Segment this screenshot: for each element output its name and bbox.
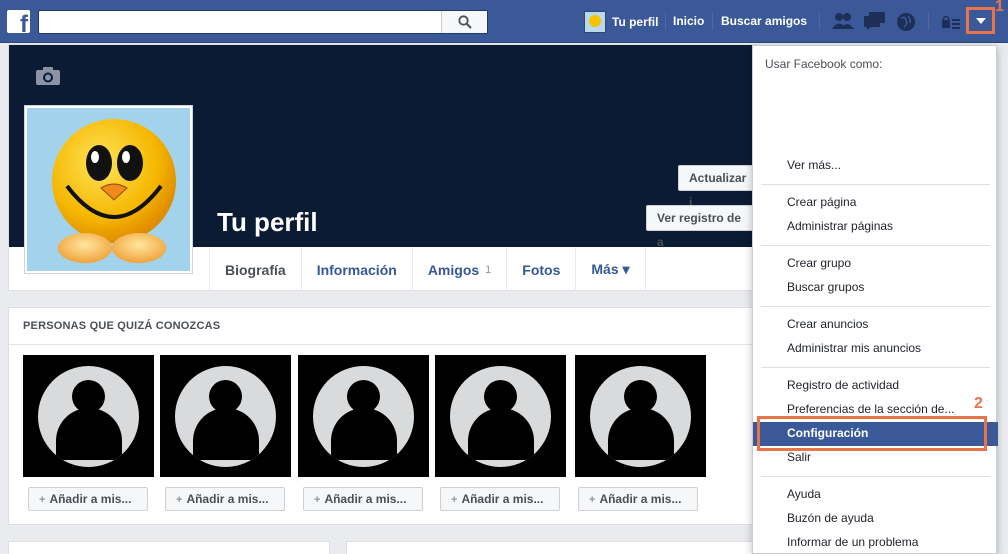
person-card: + Añadir a mis... <box>575 355 706 511</box>
add-friend-button[interactable]: + Añadir a mis... <box>165 487 285 511</box>
menu-item-administrar-anuncios[interactable]: Administrar mis anuncios <box>787 341 921 355</box>
camera-icon[interactable] <box>36 67 60 85</box>
account-dropdown-menu: Usar Facebook como: Ver más... Crear pág… <box>752 45 998 554</box>
add-friend-icon: + <box>39 494 46 506</box>
tab-mas[interactable]: Más ▾ <box>575 248 646 291</box>
menu-divider <box>761 184 990 185</box>
pymk-title: PERSONAS QUE QUIZÁ CONOZCAS <box>23 320 221 332</box>
menu-item-administrar-paginas[interactable]: Administrar páginas <box>787 219 893 233</box>
divider <box>9 344 759 345</box>
profile-card: Tu perfil Actualizar i Ver registro de a <box>8 44 759 291</box>
tab-fotos[interactable]: Fotos <box>506 248 575 291</box>
person-card: + Añadir a mis... <box>160 355 291 511</box>
menu-item-registro-actividad[interactable]: Registro de actividad <box>787 378 899 392</box>
nav-divider <box>712 12 713 30</box>
person-photo[interactable] <box>298 355 429 477</box>
bottom-panel-right <box>346 541 758 554</box>
use-facebook-as-label: Usar Facebook como: <box>765 57 883 71</box>
menu-item-ver-mas[interactable]: Ver más... <box>787 158 841 172</box>
add-friend-icon: + <box>451 494 458 506</box>
profile-tabs: Biografía Información Amigos 1 Fotos Más … <box>209 248 646 291</box>
menu-item-crear-anuncios[interactable]: Crear anuncios <box>787 317 868 331</box>
tab-biografia[interactable]: Biografía <box>209 248 301 291</box>
menu-item-salir[interactable]: Salir <box>787 450 811 464</box>
nav-avatar <box>584 11 606 33</box>
notifications-icon[interactable] <box>896 12 916 32</box>
nav-divider <box>819 12 820 30</box>
person-photo[interactable] <box>575 355 706 477</box>
menu-item-ayuda[interactable]: Ayuda <box>787 487 821 501</box>
menu-item-buzon-ayuda[interactable]: Buzón de ayuda <box>787 511 874 525</box>
person-photo[interactable] <box>435 355 566 477</box>
menu-item-informar-problema[interactable]: Informar de un problema <box>787 535 918 549</box>
add-friend-button[interactable]: + Añadir a mis... <box>440 487 560 511</box>
update-info-button[interactable]: Actualizar i <box>678 165 759 209</box>
person-photo[interactable] <box>23 355 154 477</box>
profile-name: Tu perfil <box>217 207 318 237</box>
add-friend-button[interactable]: + Añadir a mis... <box>28 487 148 511</box>
search-input[interactable] <box>38 10 488 34</box>
top-bar: f Tu perfil Inicio Buscar amigos <box>0 0 1008 43</box>
add-friend-icon: + <box>589 494 596 506</box>
facebook-logo-icon[interactable]: f <box>7 10 30 33</box>
search-icon <box>458 15 472 29</box>
add-friend-button[interactable]: + Añadir a mis... <box>303 487 423 511</box>
add-friend-icon: + <box>314 494 321 506</box>
nav-find-friends-link[interactable]: Buscar amigos <box>721 14 807 28</box>
profile-picture[interactable] <box>24 105 193 274</box>
person-card: + Añadir a mis... <box>23 355 154 511</box>
menu-divider <box>761 367 990 368</box>
nav-profile-label: Tu perfil <box>612 15 659 29</box>
menu-divider <box>761 306 990 307</box>
tab-informacion[interactable]: Información <box>300 248 412 291</box>
nav-divider <box>665 12 666 30</box>
messages-icon[interactable] <box>864 12 886 30</box>
add-friend-button[interactable]: + Añadir a mis... <box>578 487 698 511</box>
menu-item-preferencias[interactable]: Preferencias de la sección de... <box>787 402 954 416</box>
nav-divider <box>928 12 929 30</box>
menu-item-crear-pagina[interactable]: Crear página <box>787 195 856 209</box>
person-photo[interactable] <box>160 355 291 477</box>
people-you-may-know: PERSONAS QUE QUIZÁ CONOZCAS + Añadir a mi… <box>8 307 759 525</box>
bottom-panel-left <box>8 541 330 554</box>
nav-profile-link[interactable]: Tu perfil <box>584 11 658 33</box>
nav-home-link[interactable]: Inicio <box>673 14 704 28</box>
menu-item-crear-grupo[interactable]: Crear grupo <box>787 256 851 270</box>
privacy-icon[interactable] <box>942 15 960 29</box>
search-button[interactable] <box>441 11 487 33</box>
person-card: + Añadir a mis... <box>298 355 429 511</box>
menu-item-buscar-grupos[interactable]: Buscar grupos <box>787 280 864 294</box>
tab-amigos[interactable]: Amigos 1 <box>411 248 506 291</box>
friends-count: 1 <box>485 263 492 276</box>
add-friend-icon: + <box>176 494 183 506</box>
smiley-avatar-image <box>27 108 190 271</box>
friend-requests-icon[interactable] <box>832 12 854 30</box>
activity-log-button[interactable]: Ver registro de a <box>646 205 759 249</box>
annotation-highlight-box <box>757 416 987 451</box>
annotation-marker-1: 1 <box>995 0 1004 15</box>
annotation-marker-2: 2 <box>974 395 983 412</box>
menu-divider <box>761 245 990 246</box>
menu-divider <box>761 476 990 477</box>
person-card: + Añadir a mis... <box>435 355 566 511</box>
account-menu-arrow-icon[interactable] <box>966 7 995 34</box>
